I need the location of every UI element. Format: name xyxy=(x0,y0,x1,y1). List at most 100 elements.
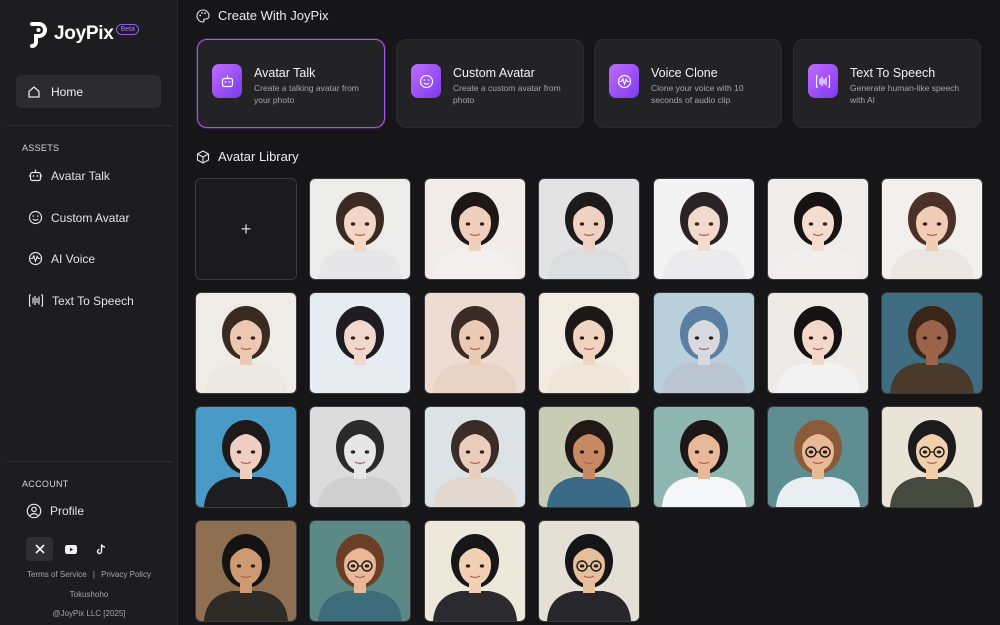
account-section-label: ACCOUNT xyxy=(22,479,69,489)
audio-bars-icon xyxy=(815,74,831,88)
avatar-portrait xyxy=(882,407,982,507)
tiktok-social-button[interactable] xyxy=(92,537,110,561)
avatar-tile[interactable] xyxy=(195,292,297,394)
avatar-portrait xyxy=(882,179,982,279)
avatar-portrait xyxy=(654,179,754,279)
assets-section-label: ASSETS xyxy=(22,143,60,153)
avatar-tile[interactable] xyxy=(767,406,869,508)
sidebar-item-label: Custom Avatar xyxy=(51,210,130,225)
robot-icon xyxy=(221,75,233,87)
cube-icon xyxy=(196,149,210,164)
legal-links: Terms of Service | Privacy Policy xyxy=(0,570,178,579)
card-title: Avatar Talk xyxy=(254,66,316,80)
sidebar-item-label: AI Voice xyxy=(51,251,96,266)
avatar-portrait xyxy=(768,179,868,279)
card-text-to-speech[interactable]: Text To Speech Generate human-like speec… xyxy=(793,39,981,128)
avatar-tile[interactable] xyxy=(195,406,297,508)
create-section-header: Create With JoyPix xyxy=(196,8,329,23)
palette-icon xyxy=(196,8,210,23)
main-content: Create With JoyPix Avatar Talk Create a … xyxy=(178,0,1000,625)
sidebar-item-label: Text To Speech xyxy=(52,293,134,308)
avatar-portrait xyxy=(654,407,754,507)
avatar-portrait xyxy=(768,407,868,507)
sidebar-item-text-to-speech[interactable]: Text To Speech xyxy=(28,293,134,308)
avatar-tile[interactable] xyxy=(309,178,411,280)
avatar-tile[interactable] xyxy=(424,406,526,508)
avatar-portrait xyxy=(425,293,525,393)
avatar-tile[interactable] xyxy=(653,178,755,280)
plus-icon: + xyxy=(240,218,252,239)
card-description: Create a talking avatar from your photo xyxy=(254,83,359,105)
home-icon xyxy=(28,85,40,98)
terms-of-service-link[interactable]: Terms of Service xyxy=(27,570,87,579)
audio-bars-icon xyxy=(28,294,44,307)
sidebar-item-home[interactable]: Home xyxy=(16,75,161,108)
smiley-icon xyxy=(419,74,433,88)
avatar-portrait xyxy=(539,293,639,393)
avatar-tile[interactable] xyxy=(653,406,755,508)
joypix-logo-icon xyxy=(30,22,47,48)
avatar-tile[interactable] xyxy=(881,178,983,280)
card-title: Custom Avatar xyxy=(453,66,535,80)
youtube-icon xyxy=(65,544,77,554)
sidebar-divider xyxy=(6,125,172,126)
card-icon-bg xyxy=(411,64,441,98)
waveform-icon xyxy=(617,74,631,88)
avatar-tile[interactable] xyxy=(881,406,983,508)
add-avatar-button[interactable]: + xyxy=(195,178,297,280)
library-section-header: Avatar Library xyxy=(196,149,299,164)
card-title: Text To Speech xyxy=(850,66,936,80)
sidebar-item-custom-avatar[interactable]: Custom Avatar xyxy=(28,210,129,225)
avatar-portrait xyxy=(310,179,410,279)
robot-icon xyxy=(28,169,43,182)
avatar-portrait xyxy=(654,293,754,393)
avatar-portrait xyxy=(310,407,410,507)
avatar-tile[interactable] xyxy=(538,178,640,280)
youtube-social-button[interactable] xyxy=(61,537,81,561)
card-description: Create a custom avatar from photo xyxy=(453,83,561,105)
avatar-tile[interactable] xyxy=(309,292,411,394)
card-icon-bg xyxy=(808,64,838,98)
sidebar-item-ai-voice[interactable]: AI Voice xyxy=(28,251,95,266)
avatar-tile[interactable] xyxy=(538,406,640,508)
brand-logo[interactable]: JoyPix Beta xyxy=(28,20,139,48)
card-description: Generate human-like speech with AI xyxy=(850,83,960,105)
privacy-policy-link[interactable]: Privacy Policy xyxy=(101,570,151,579)
avatar-tile[interactable] xyxy=(424,292,526,394)
card-icon-bg xyxy=(609,64,639,98)
card-description: Clone your voice with 10 seconds of audi… xyxy=(651,83,744,105)
sidebar-item-label: Profile xyxy=(50,504,85,518)
avatar-tile[interactable] xyxy=(767,178,869,280)
sidebar-item-avatar-talk[interactable]: Avatar Talk xyxy=(28,168,110,183)
avatar-portrait xyxy=(882,293,982,393)
avatar-tile[interactable] xyxy=(309,520,411,622)
beta-badge: Beta xyxy=(116,23,139,35)
avatar-tile[interactable] xyxy=(538,292,640,394)
card-voice-clone[interactable]: Voice Clone Clone your voice with 10 sec… xyxy=(594,39,782,128)
avatar-tile[interactable] xyxy=(653,292,755,394)
avatar-tile[interactable] xyxy=(538,520,640,622)
tokushoho-link[interactable]: Tokushoho xyxy=(0,590,178,599)
avatar-tile[interactable] xyxy=(881,292,983,394)
link-divider: | xyxy=(92,570,95,579)
avatar-portrait xyxy=(310,521,410,621)
avatar-portrait xyxy=(539,407,639,507)
avatar-tile[interactable] xyxy=(767,292,869,394)
card-title: Voice Clone xyxy=(651,66,718,80)
avatar-tile[interactable] xyxy=(195,520,297,622)
card-custom-avatar[interactable]: Custom Avatar Create a custom avatar fro… xyxy=(396,39,584,128)
avatar-portrait xyxy=(310,293,410,393)
avatar-tile[interactable] xyxy=(424,178,526,280)
x-social-button[interactable] xyxy=(26,537,53,561)
sidebar-item-label: Home xyxy=(51,84,84,99)
avatar-tile[interactable] xyxy=(309,406,411,508)
x-icon xyxy=(34,544,45,554)
sidebar: JoyPix Beta Home ASSETS Avatar Talk Cust… xyxy=(0,0,178,625)
library-section-title: Avatar Library xyxy=(218,149,299,164)
avatar-tile[interactable] xyxy=(424,520,526,622)
sidebar-item-profile[interactable]: Profile xyxy=(26,503,84,519)
waveform-icon xyxy=(28,251,43,266)
card-avatar-talk[interactable]: Avatar Talk Create a talking avatar from… xyxy=(197,39,385,128)
sidebar-item-label: Avatar Talk xyxy=(51,168,110,183)
avatar-portrait xyxy=(768,293,868,393)
